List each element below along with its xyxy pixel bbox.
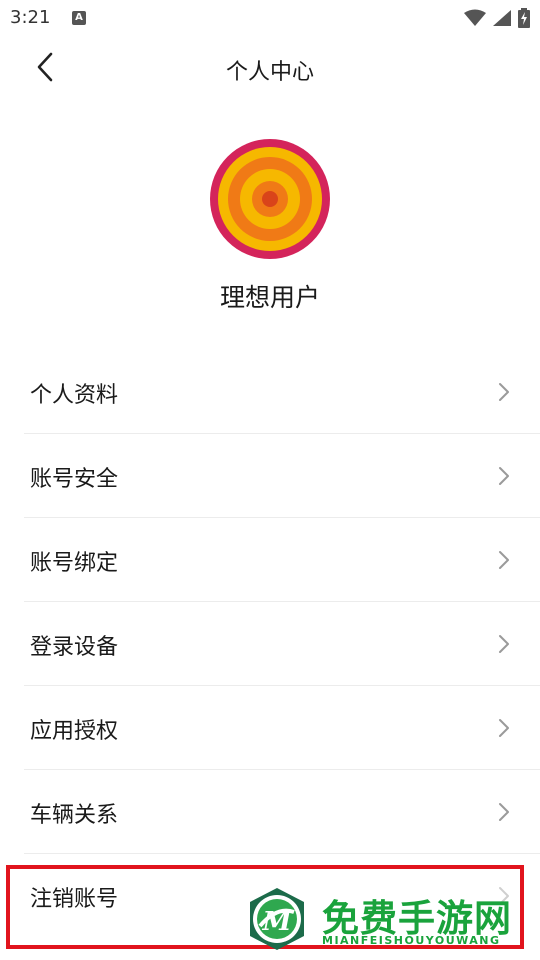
status-time: 3:21: [10, 7, 51, 28]
status-bar: 3:21 A: [0, 0, 540, 36]
chevron-right-icon: [499, 383, 509, 401]
menu-item-label: 注销账号: [30, 887, 119, 912]
signal-icon: [493, 10, 511, 26]
menu-item-personal-info[interactable]: 个人资料: [0, 350, 540, 434]
menu-item-label: 登录设备: [30, 635, 119, 660]
menu-item-app-authorization[interactable]: 应用授权: [0, 686, 540, 770]
chevron-right-icon: [499, 719, 509, 737]
menu-item-label: 应用授权: [30, 719, 119, 744]
settings-menu: 个人资料 账号安全 账号绑定 登录设备 应用授权 车辆关系 注销账号: [0, 350, 540, 938]
menu-item-delete-account[interactable]: 注销账号: [0, 854, 540, 938]
menu-item-login-devices[interactable]: 登录设备: [0, 602, 540, 686]
menu-item-account-security[interactable]: 账号安全: [0, 434, 540, 518]
avatar-target-icon: [210, 139, 330, 259]
menu-item-label: 账号安全: [30, 467, 119, 492]
chevron-right-icon: [499, 467, 509, 485]
status-icons: [464, 8, 530, 28]
battery-charging-icon: [518, 8, 530, 28]
menu-item-label: 账号绑定: [30, 551, 119, 576]
chevron-right-icon: [499, 887, 509, 905]
chevron-right-icon: [499, 551, 509, 569]
menu-item-label: 个人资料: [30, 383, 119, 408]
menu-item-label: 车辆关系: [30, 803, 119, 828]
menu-item-vehicle-relations[interactable]: 车辆关系: [0, 770, 540, 854]
notification-icon: A: [72, 11, 86, 25]
chevron-right-icon: [499, 635, 509, 653]
menu-item-account-binding[interactable]: 账号绑定: [0, 518, 540, 602]
nav-bar: 个人中心: [0, 36, 540, 102]
avatar[interactable]: [209, 138, 331, 260]
page-title: 个人中心: [225, 60, 314, 85]
wifi-icon: [464, 9, 486, 26]
username: 理想用户: [219, 283, 320, 312]
chevron-right-icon: [499, 803, 509, 821]
